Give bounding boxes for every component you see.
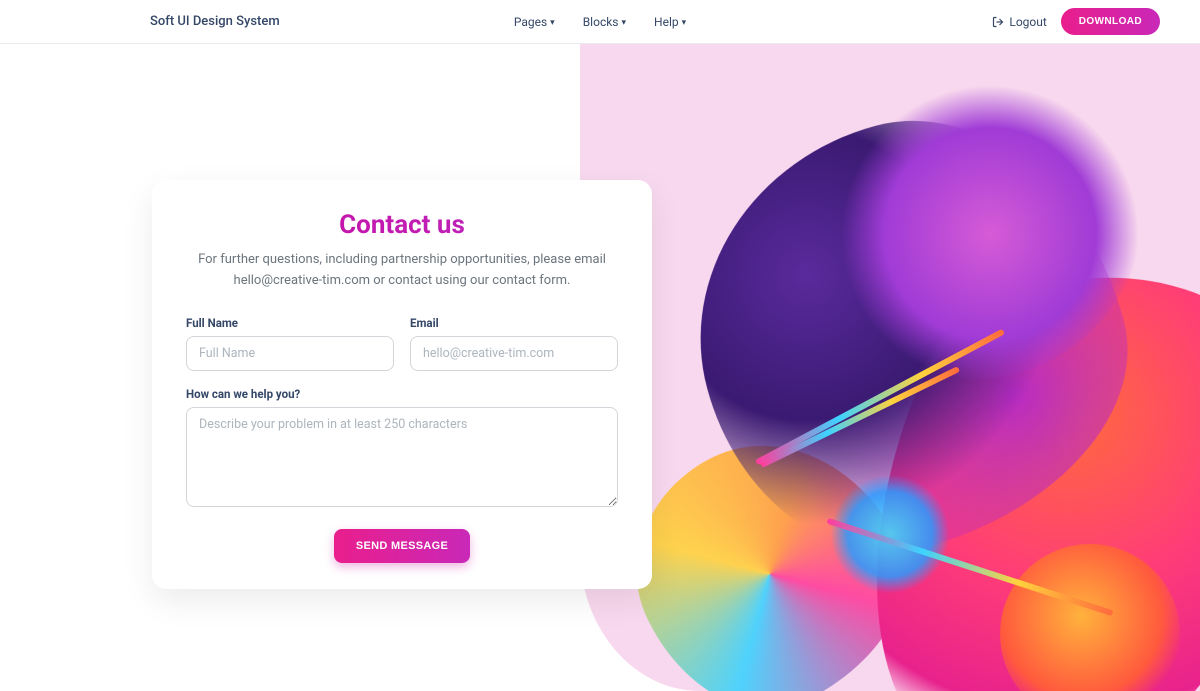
nav-label: Help: [654, 15, 679, 29]
chevron-down-icon: ▾: [550, 18, 555, 28]
nav-center: Pages ▾ Blocks ▾ Help ▾: [514, 15, 686, 29]
email-input[interactable]: [410, 336, 618, 371]
brand[interactable]: Soft UI Design System: [150, 14, 280, 29]
card-subtitle: For further questions, including partner…: [186, 250, 618, 292]
logout-icon: [992, 16, 1004, 28]
message-textarea[interactable]: [186, 407, 618, 507]
fullname-input[interactable]: [186, 336, 394, 371]
send-message-button[interactable]: SEND MESSAGE: [334, 529, 470, 563]
message-label: How can we help you?: [186, 387, 618, 401]
nav-item-help[interactable]: Help ▾: [654, 15, 686, 29]
nav-item-blocks[interactable]: Blocks ▾: [583, 15, 626, 29]
card-title: Contact us: [186, 210, 618, 240]
chevron-down-icon: ▾: [682, 18, 687, 28]
logout-label: Logout: [1009, 15, 1046, 29]
fullname-label: Full Name: [186, 316, 394, 330]
email-label: Email: [410, 316, 618, 330]
contact-card: Contact us For further questions, includ…: [152, 180, 652, 589]
download-button[interactable]: DOWNLOAD: [1061, 8, 1160, 35]
nav-label: Pages: [514, 15, 547, 29]
nav-right: Logout DOWNLOAD: [992, 8, 1160, 35]
field-email: Email: [410, 316, 618, 371]
field-message: How can we help you?: [186, 387, 618, 511]
nav-label: Blocks: [583, 15, 619, 29]
navbar: Soft UI Design System Pages ▾ Blocks ▾ H…: [0, 0, 1200, 44]
chevron-down-icon: ▾: [622, 18, 627, 28]
field-fullname: Full Name: [186, 316, 394, 371]
hero-art: [580, 44, 1200, 691]
nav-item-pages[interactable]: Pages ▾: [514, 15, 555, 29]
logout-link[interactable]: Logout: [992, 15, 1046, 29]
